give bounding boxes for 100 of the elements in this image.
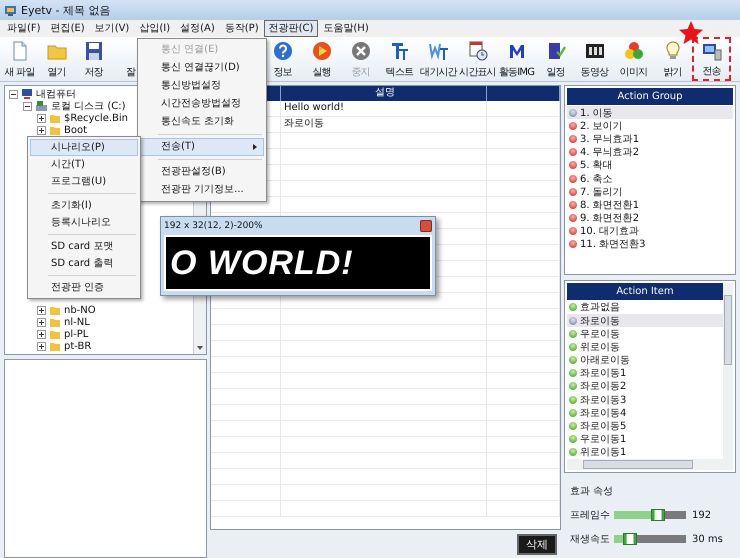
scrollbar[interactable] xyxy=(723,282,733,459)
tree-item[interactable]: pt-BR xyxy=(64,340,92,352)
bullet-icon xyxy=(569,148,577,156)
menu-item[interactable]: 등록시나리오 xyxy=(30,214,138,231)
bullet-icon xyxy=(569,330,577,338)
bullet-icon xyxy=(569,161,577,170)
tree-item[interactable]: nb-NO xyxy=(64,304,96,316)
menu-item[interactable]: SD card 출력 xyxy=(30,255,138,272)
bullet-icon xyxy=(569,422,577,430)
slider-label: 재생속도 xyxy=(570,533,608,546)
expander-icon[interactable] xyxy=(23,102,32,110)
tree-item[interactable]: nl-NL xyxy=(64,316,90,328)
toolbar-button[interactable]: 밝기 xyxy=(653,37,692,81)
list-item[interactable]: 좌로이동 xyxy=(567,314,723,328)
list-item[interactable]: 위로이동 xyxy=(567,340,723,354)
folder-icon xyxy=(49,112,61,124)
tree-item[interactable]: Boot xyxy=(64,124,88,136)
list-item[interactable]: 좌로이동4 xyxy=(567,406,723,420)
toolbar-button[interactable]: 대기시간 xyxy=(419,37,458,81)
slider-label: 프레임수 xyxy=(570,509,608,522)
expander-icon[interactable] xyxy=(37,114,46,122)
tree-item[interactable]: $Recycle.Bin xyxy=(64,112,128,124)
list-item[interactable]: 9. 화면전환2 xyxy=(567,212,733,225)
expander-icon[interactable] xyxy=(37,342,46,350)
bullet-icon xyxy=(569,188,577,196)
close-icon[interactable] xyxy=(420,220,432,232)
expander-icon[interactable] xyxy=(37,126,46,134)
menu-item[interactable]: SD card 포맷 xyxy=(30,238,138,255)
tree-item[interactable]: 내컴퓨터 xyxy=(36,87,76,101)
menu-item[interactable]: 전송(T) xyxy=(140,138,264,156)
display-text: O WORLD! xyxy=(170,244,354,282)
menu-item[interactable]: 전광판 기기정보... xyxy=(140,181,264,199)
bullet-icon xyxy=(569,200,577,209)
toolbar-button[interactable]: 텍스트 xyxy=(380,37,419,81)
expander-icon[interactable] xyxy=(37,306,46,314)
menu-item[interactable]: 파일(F) xyxy=(2,20,46,37)
folder-icon xyxy=(49,340,61,352)
close-circle-icon xyxy=(350,40,372,62)
list-header: Action Item xyxy=(567,282,723,300)
menu-item[interactable]: 삽입(I) xyxy=(134,20,176,37)
scrollbar[interactable] xyxy=(567,459,733,470)
list-item[interactable]: 우로이동 xyxy=(567,327,723,340)
tree-item[interactable]: 로컬 디스크 (C:) xyxy=(51,99,126,113)
toolbar-button[interactable]: 열기 xyxy=(38,37,75,81)
list-item[interactable]: 좌로이동3 xyxy=(567,393,723,406)
list-item[interactable]: 8. 화면전환1 xyxy=(567,198,733,212)
menu-item[interactable]: 편집(E) xyxy=(46,20,90,37)
list-item[interactable]: 2. 보이기 xyxy=(567,119,733,132)
list-item[interactable]: 7. 돌리기 xyxy=(567,185,733,198)
expander-icon[interactable] xyxy=(9,90,18,98)
toolbar-button[interactable]: 이미지 xyxy=(614,37,653,81)
list-item[interactable]: 아래로이동 xyxy=(567,354,723,367)
menu-item[interactable]: 프로그램(U) xyxy=(30,173,138,190)
expander-icon[interactable] xyxy=(37,318,46,326)
tree-item[interactable]: pl-PL xyxy=(64,328,88,340)
expander-icon[interactable] xyxy=(37,330,46,338)
slider-thumb[interactable] xyxy=(651,509,666,521)
list-item[interactable]: 효과없음 xyxy=(567,300,723,314)
menu-item[interactable]: 동작(P) xyxy=(220,20,264,37)
bullet-icon xyxy=(569,240,577,248)
toolbar-button[interactable]: 새 파일 xyxy=(1,37,38,81)
list-item[interactable]: 5. 확대 xyxy=(567,158,733,172)
toolbar-button[interactable]: 저장 xyxy=(75,37,112,81)
toolbar-button[interactable]: 일정 xyxy=(536,37,575,81)
question-mark-icon xyxy=(272,40,294,62)
drive-icon xyxy=(35,100,48,112)
menu-item[interactable]: 보기(V) xyxy=(90,20,134,37)
bullet-icon xyxy=(569,134,577,143)
menu-item[interactable]: 도움말(H) xyxy=(318,20,374,37)
slider-thumb[interactable] xyxy=(622,533,637,545)
list-item[interactable]: 좌로이동1 xyxy=(567,366,723,380)
list-item[interactable]: 우로이동1 xyxy=(567,432,723,446)
toolbar-button[interactable]: 실행 xyxy=(302,37,341,81)
column-header: 설명 xyxy=(281,86,487,101)
menu-item[interactable]: 전광판(C) xyxy=(264,20,318,37)
delete-button[interactable]: 삭제 xyxy=(517,534,557,554)
bullet-icon xyxy=(569,435,577,444)
toolbar-button[interactable]: 동영상 xyxy=(575,37,614,81)
list-item[interactable]: 10. 대기효과 xyxy=(567,224,733,238)
menu-item[interactable]: 시나리오(P) xyxy=(30,139,138,156)
list-item[interactable]: 1. 이동 xyxy=(567,106,733,120)
list-item[interactable]: 3. 무늬효과1 xyxy=(567,132,733,146)
menu-item[interactable]: 설정(A) xyxy=(175,20,220,37)
list-item[interactable]: 위로이동1 xyxy=(567,446,723,459)
toolbar-button[interactable]: 활동IMG xyxy=(497,37,536,81)
toolbar-button[interactable]: 시간표시 xyxy=(458,37,497,81)
menu-item[interactable]: 전광판 인증 xyxy=(30,279,138,296)
menu-item[interactable]: 초기화(I) xyxy=(30,197,138,214)
list-item[interactable]: 좌로이동2 xyxy=(567,380,723,394)
list-item[interactable]: 4. 무늬효과2 xyxy=(567,146,733,159)
list-item[interactable]: 좌로이동5 xyxy=(567,419,723,433)
table-cell: 좌로이동 xyxy=(284,118,324,129)
calendar-clock-icon xyxy=(466,40,488,62)
slider-value: 192 xyxy=(692,510,712,520)
menu-item[interactable]: 시간(T) xyxy=(30,156,138,173)
list-item[interactable]: 11. 화면전환3 xyxy=(567,238,733,252)
list-header: Action Group xyxy=(567,88,733,105)
list-item[interactable]: 6. 축소 xyxy=(567,172,733,186)
menu-item[interactable]: 전광판설정(B) xyxy=(140,163,264,181)
folder-icon xyxy=(49,304,61,316)
